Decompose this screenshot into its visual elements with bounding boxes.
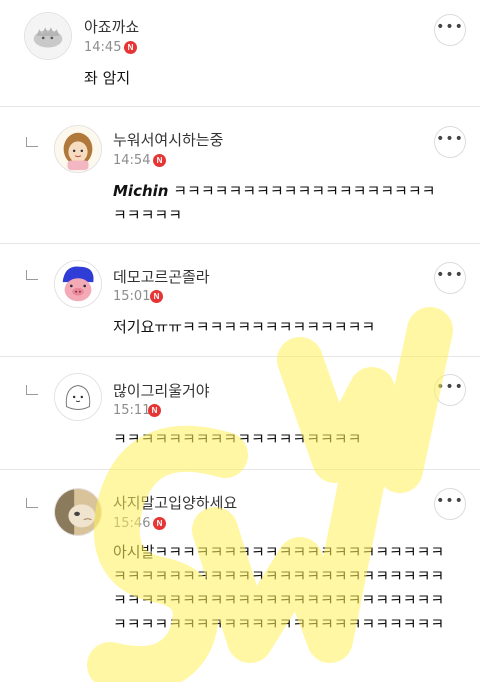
more-options-button[interactable]: ••• xyxy=(434,262,466,294)
more-options-button[interactable]: ••• xyxy=(434,14,466,46)
avatar[interactable] xyxy=(54,373,102,421)
more-icon: ••• xyxy=(436,267,464,283)
nickname[interactable]: 누워서여시하는중 xyxy=(113,129,223,150)
new-badge: N xyxy=(153,154,166,167)
avatar[interactable] xyxy=(54,260,102,308)
timestamp: 15:01 xyxy=(113,289,151,304)
new-badge: N xyxy=(124,41,137,54)
comment-bold-prefix: Michin xyxy=(113,182,169,200)
timestamp: 15:46 xyxy=(113,516,151,531)
reply-indicator-icon xyxy=(26,385,38,395)
comment-item: 아죠까쇼 14:45 N ••• 좌 암지 xyxy=(0,0,480,107)
reply-item: 데모고르곤졸라 15:01 N ••• 저기요ㅠㅠㅋㅋㅋㅋㅋㅋㅋㅋㅋㅋㅋㅋㅋㅋ xyxy=(0,244,480,357)
more-options-button[interactable]: ••• xyxy=(434,488,466,520)
more-icon: ••• xyxy=(436,19,464,35)
reply-indicator-icon xyxy=(26,498,38,508)
reply-indicator-icon xyxy=(26,270,38,280)
avatar[interactable] xyxy=(54,488,102,536)
nickname[interactable]: 많이그리울거야 xyxy=(113,380,210,401)
reply-item: 누워서여시하는중 14:54 N ••• Michin ㅋㅋㅋㅋㅋㅋㅋㅋㅋㅋㅋㅋ… xyxy=(0,107,480,244)
comment-text: 좌 암지 xyxy=(84,69,131,87)
more-icon: ••• xyxy=(436,379,464,395)
nickname[interactable]: 사지말고입양하세요 xyxy=(113,492,237,513)
comment-text: 아시발ㅋㅋㅋㅋㅋㅋㅋㅋㅋㅋㅋㅋㅋㅋㅋㅋㅋㅋㅋㅋㅋㅋㅋㅋㅋㅋㅋㅋㅋㅋㅋㅋㅋㅋㅋㅋㅋ… xyxy=(113,543,445,633)
nickname[interactable]: 데모고르곤졸라 xyxy=(113,266,210,287)
reply-item: 많이그리울거야 15:11 N ••• ㅋㅋㅋㅋㅋㅋㅋㅋㅋㅋㅋㅋㅋㅋㅋㅋㅋㅋ xyxy=(0,357,480,470)
avatar[interactable] xyxy=(24,12,72,60)
reply-indicator-icon xyxy=(26,137,38,147)
more-icon: ••• xyxy=(436,131,464,147)
new-badge: N xyxy=(153,517,166,530)
more-options-button[interactable]: ••• xyxy=(434,374,466,406)
reply-item: 사지말고입양하세요 15:46 N ••• 아시발ㅋㅋㅋㅋㅋㅋㅋㅋㅋㅋㅋㅋㅋㅋㅋ… xyxy=(0,470,480,682)
nickname[interactable]: 아죠까쇼 xyxy=(84,16,139,37)
more-icon: ••• xyxy=(436,493,464,509)
comment-text: Michin ㅋㅋㅋㅋㅋㅋㅋㅋㅋㅋㅋㅋㅋㅋㅋㅋㅋㅋㅋㅋㅋㅋㅋㅋ xyxy=(113,179,449,227)
new-badge: N xyxy=(150,290,163,303)
avatar[interactable] xyxy=(54,125,102,173)
timestamp: 14:45 xyxy=(84,40,122,55)
new-badge: N xyxy=(148,404,161,417)
comment-text: 저기요ㅠㅠㅋㅋㅋㅋㅋㅋㅋㅋㅋㅋㅋㅋㅋㅋ xyxy=(113,318,376,336)
comment-text: ㅋㅋㅋㅋㅋㅋㅋㅋㅋㅋㅋㅋㅋㅋㅋㅋㅋㅋ xyxy=(113,430,362,448)
timestamp: 14:54 xyxy=(113,153,151,168)
timestamp: 15:11 xyxy=(113,403,151,418)
more-options-button[interactable]: ••• xyxy=(434,126,466,158)
